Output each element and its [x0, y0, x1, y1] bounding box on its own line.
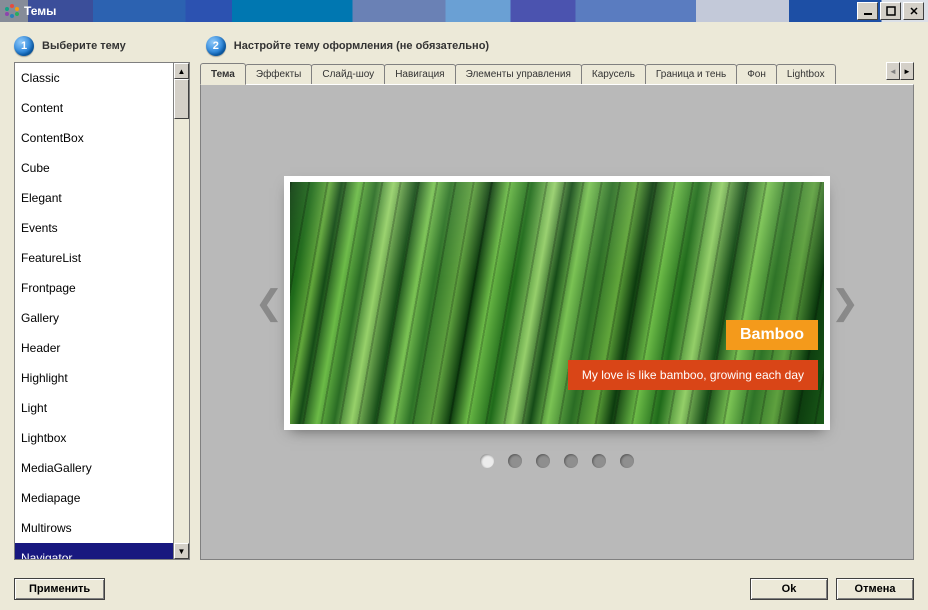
scroll-thumb[interactable] — [174, 79, 189, 119]
tab[interactable]: Тема — [200, 63, 246, 85]
preview-body: ❮ Bamboo My love is like bamboo, growing… — [200, 84, 914, 560]
maximize-button[interactable] — [880, 2, 901, 20]
theme-item[interactable]: Highlight — [15, 363, 173, 393]
tab[interactable]: Эффекты — [245, 64, 312, 84]
window-controls — [857, 2, 924, 20]
close-button[interactable] — [903, 2, 924, 20]
slide-frame: Bamboo My love is like bamboo, growing e… — [284, 176, 830, 430]
theme-item[interactable]: Gallery — [15, 303, 173, 333]
content-area: 1 Выберите тему 2 Настройте тему оформле… — [0, 22, 928, 610]
tab[interactable]: Элементы управления — [455, 64, 582, 84]
steps-row: 1 Выберите тему 2 Настройте тему оформле… — [14, 34, 914, 58]
step-2-label: Настройте тему оформления (не обязательн… — [234, 40, 489, 52]
theme-item[interactable]: Cube — [15, 153, 173, 183]
titlebar: Темы — [0, 0, 928, 22]
step-1: 1 Выберите тему — [14, 36, 126, 56]
apply-button[interactable]: Применить — [14, 578, 105, 600]
tab-scroll-right[interactable]: ► — [900, 62, 914, 80]
slide-dot[interactable] — [592, 454, 606, 468]
step-2-badge: 2 — [206, 36, 226, 56]
slide-dot[interactable] — [564, 454, 578, 468]
tab[interactable]: Lightbox — [776, 64, 836, 84]
theme-list-scrollbar[interactable]: ▲ ▼ — [173, 63, 189, 559]
theme-list: ClassicContentContentBoxCubeElegantEvent… — [14, 62, 190, 560]
theme-item[interactable]: ContentBox — [15, 123, 173, 153]
theme-item[interactable]: Frontpage — [15, 273, 173, 303]
scroll-down-button[interactable]: ▼ — [174, 543, 189, 559]
preview-pane: ТемаЭффектыСлайд-шоуНавигацияЭлементы уп… — [200, 62, 914, 560]
theme-item[interactable]: FeatureList — [15, 243, 173, 273]
slide-prev-button[interactable]: ❮ — [254, 283, 284, 323]
app-icon — [4, 3, 20, 19]
theme-item[interactable]: Events — [15, 213, 173, 243]
theme-item[interactable]: Light — [15, 393, 173, 423]
slide-next-button[interactable]: ❯ — [830, 283, 860, 323]
tab-scroll-controls: ◄ ► — [886, 62, 914, 80]
tab[interactable]: Слайд-шоу — [311, 64, 385, 84]
theme-item[interactable]: Header — [15, 333, 173, 363]
tab-scroll-left[interactable]: ◄ — [886, 62, 900, 80]
slide-dot[interactable] — [536, 454, 550, 468]
theme-item[interactable]: MediaGallery — [15, 453, 173, 483]
slide-dot[interactable] — [508, 454, 522, 468]
theme-item[interactable]: Content — [15, 93, 173, 123]
theme-item[interactable]: Lightbox — [15, 423, 173, 453]
minimize-button[interactable] — [857, 2, 878, 20]
slide-caption: My love is like bamboo, growing each day — [568, 360, 818, 390]
bottom-bar: Применить Ok Отмена — [0, 568, 928, 610]
theme-item[interactable]: Navigator — [15, 543, 173, 559]
tabs: ТемаЭффектыСлайд-шоуНавигацияЭлементы уп… — [200, 62, 914, 84]
ok-button[interactable]: Ok — [750, 578, 828, 600]
theme-item[interactable]: Mediapage — [15, 483, 173, 513]
step-2: 2 Настройте тему оформления (не обязател… — [206, 36, 489, 56]
cancel-button[interactable]: Отмена — [836, 578, 914, 600]
slide-dot[interactable] — [480, 454, 494, 468]
tab[interactable]: Граница и тень — [645, 64, 737, 84]
theme-item[interactable]: Elegant — [15, 183, 173, 213]
theme-item[interactable]: Multirows — [15, 513, 173, 543]
tab[interactable]: Навигация — [384, 64, 455, 84]
step-1-label: Выберите тему — [42, 40, 126, 52]
slider: ❮ Bamboo My love is like bamboo, growing… — [247, 176, 867, 430]
theme-item[interactable]: Classic — [15, 63, 173, 93]
scroll-up-button[interactable]: ▲ — [174, 63, 189, 79]
slide-title: Bamboo — [726, 320, 818, 350]
tab[interactable]: Фон — [736, 64, 777, 84]
step-1-badge: 1 — [14, 36, 34, 56]
window-title: Темы — [24, 4, 857, 18]
slide-dot[interactable] — [620, 454, 634, 468]
tab[interactable]: Карусель — [581, 64, 646, 84]
slide-dots — [480, 454, 634, 468]
